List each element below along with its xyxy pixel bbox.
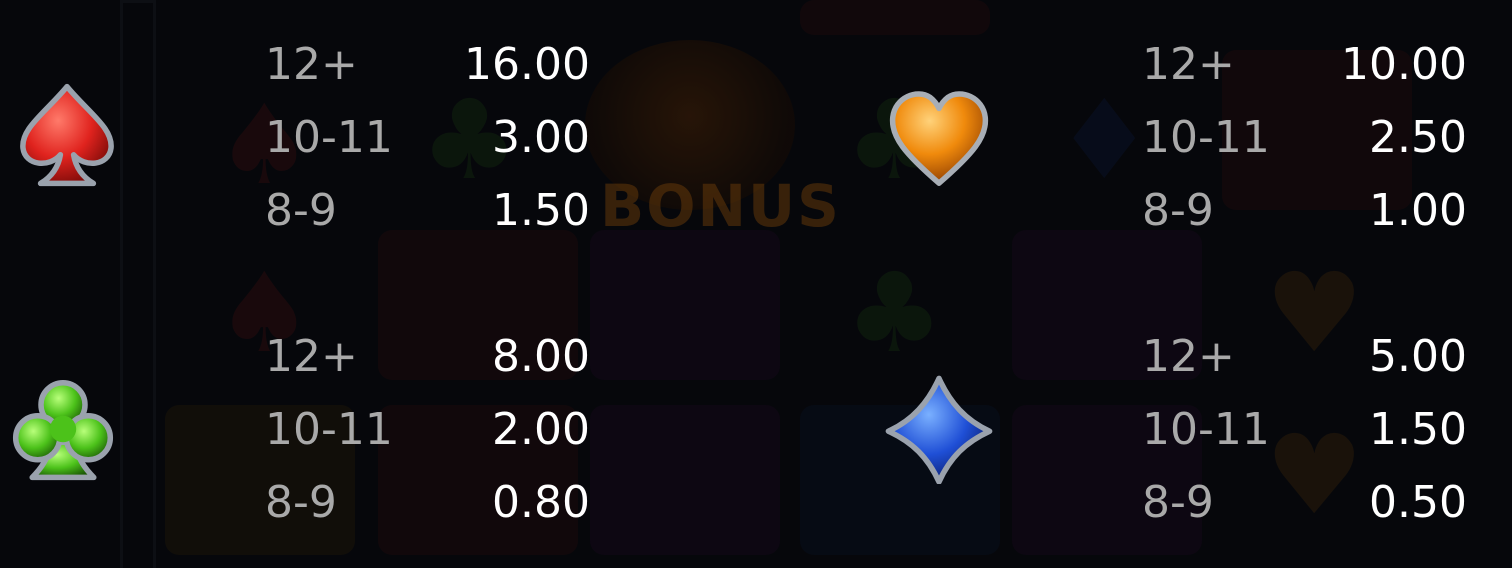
payout-row: 10-11 2.00 [265, 395, 590, 465]
heart-icon [884, 82, 994, 192]
symbol-count: 8-9 [265, 185, 337, 236]
payout-row: 12+ 8.00 [265, 322, 590, 392]
payout-value: 16.00 [464, 39, 590, 90]
diamond-icon [884, 374, 994, 485]
payout-row: 8-9 0.80 [265, 468, 590, 538]
payout-row: 10-11 2.50 [1142, 103, 1467, 173]
symbol-count: 12+ [265, 39, 358, 90]
payout-value: 2.50 [1369, 112, 1467, 163]
payout-row: 12+ 10.00 [1142, 30, 1467, 100]
symbol-count: 10-11 [265, 112, 393, 163]
symbol-count: 10-11 [1142, 112, 1270, 163]
symbol-count: 8-9 [265, 477, 337, 528]
symbol-count: 10-11 [1142, 404, 1270, 455]
symbol-count: 10-11 [265, 404, 393, 455]
payout-row: 10-11 1.50 [1142, 395, 1467, 465]
payout-value: 5.00 [1369, 331, 1467, 382]
payout-row: 12+ 16.00 [265, 30, 590, 100]
club-icon [8, 374, 118, 484]
symbol-count: 12+ [265, 331, 358, 382]
payout-value: 0.80 [492, 477, 590, 528]
spade-icon [12, 80, 122, 190]
payout-value: 0.50 [1369, 477, 1467, 528]
payout-value: 1.50 [1369, 404, 1467, 455]
payout-value: 10.00 [1341, 39, 1467, 90]
symbol-count: 8-9 [1142, 185, 1214, 236]
payout-row: 10-11 3.00 [265, 103, 590, 173]
payout-row: 12+ 5.00 [1142, 322, 1467, 392]
payout-value: 8.00 [492, 331, 590, 382]
payout-row: 8-9 1.00 [1142, 176, 1467, 246]
payout-value: 1.00 [1369, 185, 1467, 236]
payout-value: 3.00 [492, 112, 590, 163]
symbol-count: 12+ [1142, 331, 1235, 382]
payout-value: 1.50 [492, 185, 590, 236]
payout-value: 2.00 [492, 404, 590, 455]
symbol-count: 12+ [1142, 39, 1235, 90]
symbol-count: 8-9 [1142, 477, 1214, 528]
payout-row: 8-9 0.50 [1142, 468, 1467, 538]
payout-row: 8-9 1.50 [265, 176, 590, 246]
